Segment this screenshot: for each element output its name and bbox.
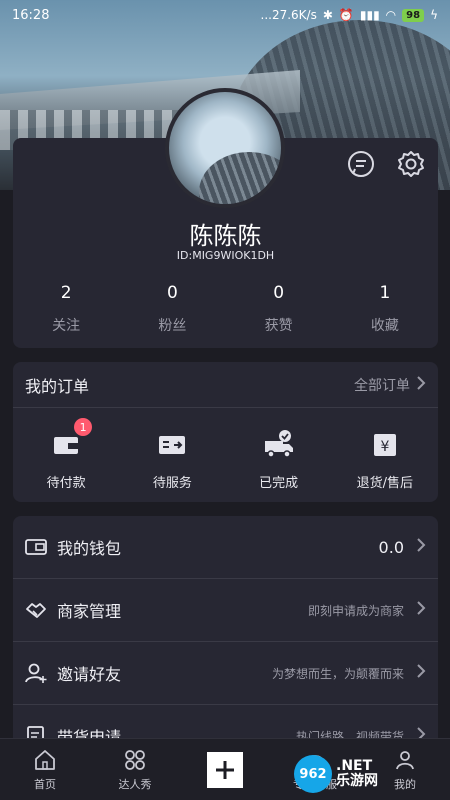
network-speed: ...27.6K/s	[260, 8, 317, 22]
menu-item-merchant[interactable]: 商家管理 即刻申请成为商家	[13, 579, 438, 642]
nav-talent-show[interactable]: 达人秀	[90, 748, 180, 792]
nav-create[interactable]	[180, 751, 270, 788]
signal-icon: ▮▮▮	[359, 8, 380, 22]
handshake-icon	[25, 599, 47, 621]
menu-label: 我的钱包	[57, 539, 122, 558]
charging-icon: ϟ	[430, 8, 438, 22]
refund-bag-icon: ¥	[369, 428, 401, 460]
stat-label: 收藏	[370, 318, 399, 334]
order-refund[interactable]: ¥ 退货/售后	[332, 428, 438, 491]
wallet-icon	[25, 536, 47, 558]
settings-gear-icon[interactable]	[395, 148, 427, 180]
plus-icon	[207, 751, 243, 788]
all-orders-link[interactable]: 全部订单	[354, 375, 426, 395]
nav-label: 达人秀	[118, 777, 152, 791]
add-user-icon	[25, 662, 47, 684]
chevron-right-icon	[416, 537, 426, 557]
stat-label: 粉丝	[158, 318, 187, 334]
nav-label: 首页	[34, 777, 56, 791]
site-watermark: 962 .NET 乐游网	[294, 754, 444, 794]
stat-label: 关注	[52, 318, 81, 334]
menu-hint: 即刻申请成为商家	[307, 603, 404, 618]
stat-number: 2	[60, 283, 72, 303]
stat-favorites[interactable]: 1 收藏	[332, 283, 438, 335]
watermark-text: 乐游网	[336, 773, 378, 789]
bluetooth-icon: ✱	[322, 8, 333, 22]
wifi-icon: ◠	[385, 8, 397, 22]
wallet-icon: 1	[50, 418, 93, 460]
avatar[interactable]	[165, 88, 285, 208]
orders-status-row: 1 待付款 待服务 已完成 ¥ 退货/售后	[13, 408, 438, 491]
profile-stats: 2 关注 0 粉丝 0 获赞 1 收藏	[13, 283, 438, 335]
chevron-right-icon	[416, 600, 426, 620]
order-label: 待付款	[46, 476, 86, 491]
status-time: 16:28	[12, 7, 50, 23]
delivery-truck-icon	[263, 428, 295, 460]
chevron-right-icon	[416, 663, 426, 683]
menu-label: 邀请好友	[57, 665, 122, 684]
stat-number: 0	[273, 283, 285, 303]
order-label: 退货/售后	[356, 476, 414, 491]
orders-header: 我的订单 全部订单	[13, 362, 438, 408]
order-pending-service[interactable]: 待服务	[119, 428, 225, 491]
order-completed[interactable]: 已完成	[226, 428, 332, 491]
watermark-number: 962	[294, 755, 332, 793]
menu-label: 商家管理	[57, 602, 122, 621]
order-label: 待服务	[152, 476, 192, 491]
grid-icon	[90, 748, 180, 772]
wallet-balance: 0.0	[378, 537, 404, 557]
battery-indicator: 98	[402, 8, 425, 22]
profile-id: ID:MIG9WIOK1DH	[176, 249, 275, 262]
message-icon[interactable]	[345, 148, 377, 180]
svg-text:¥: ¥	[380, 439, 389, 455]
order-pending-payment[interactable]: 1 待付款	[13, 418, 119, 491]
watermark-net: .NET	[336, 758, 373, 774]
stat-number: 0	[166, 283, 178, 303]
all-orders-label: 全部订单	[354, 377, 410, 394]
chevron-right-icon	[416, 375, 426, 395]
order-label: 已完成	[259, 476, 299, 491]
menu-list: 我的钱包 0.0 商家管理 即刻申请成为商家 邀请好友 为梦想而生，为颠覆而来 …	[13, 516, 438, 756]
profile-name: 陈陈陈	[189, 222, 262, 250]
orders-card: 我的订单 全部订单 1 待付款 待服务 已完成 ¥ 退货/售后	[13, 362, 438, 502]
card-icon	[156, 428, 188, 460]
stat-label: 获赞	[264, 318, 293, 334]
status-bar: 16:28 ...27.6K/s ✱ ⏰ ▮▮▮ ◠ 98 ϟ	[0, 0, 450, 30]
menu-item-wallet[interactable]: 我的钱包 0.0	[13, 516, 438, 579]
menu-item-invite[interactable]: 邀请好友 为梦想而生，为颠覆而来	[13, 642, 438, 705]
stat-following[interactable]: 2 关注	[13, 283, 119, 335]
stat-fans[interactable]: 0 粉丝	[119, 283, 225, 335]
menu-hint: 为梦想而生，为颠覆而来	[271, 666, 404, 681]
stat-number: 1	[379, 283, 391, 303]
nav-home[interactable]: 首页	[0, 748, 90, 792]
alarm-icon: ⏰	[338, 8, 354, 22]
orders-title: 我的订单	[25, 376, 90, 396]
stat-likes[interactable]: 0 获赞	[226, 283, 332, 335]
pending-payment-badge: 1	[74, 418, 93, 436]
home-icon	[0, 748, 90, 772]
